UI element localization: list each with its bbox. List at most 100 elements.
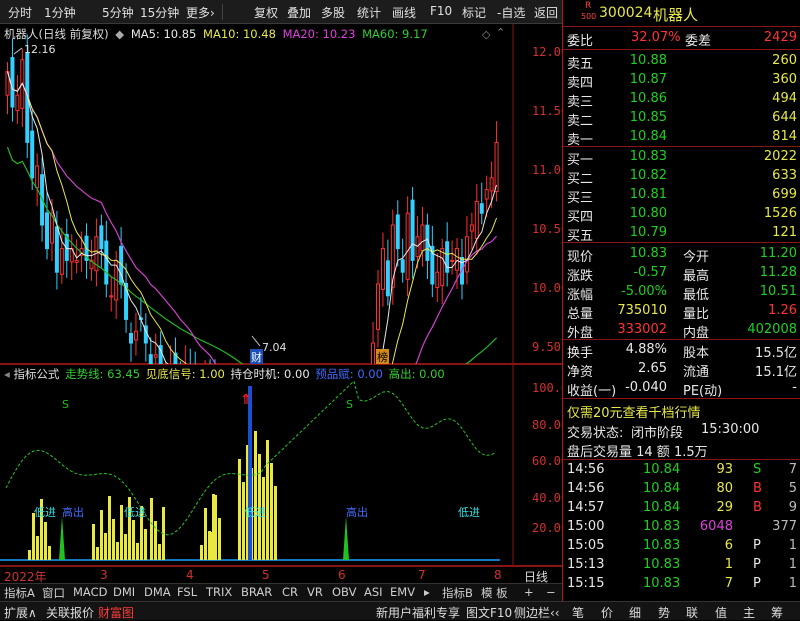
rank-marker[interactable]: 榜 — [376, 349, 389, 365]
bid-volume: 121 — [772, 225, 797, 240]
tab-dma[interactable]: DMA — [144, 585, 171, 599]
promo-link[interactable]: 新用户福利专享 — [376, 604, 460, 621]
key-detail[interactable]: 细 — [629, 604, 641, 621]
stat-label: PE(动) — [683, 384, 723, 399]
tick-price: 10.83 — [643, 538, 681, 553]
tab-fsl[interactable]: FSL — [177, 585, 197, 599]
low-buy-label: 低进 — [458, 506, 480, 519]
stat-label: 换手 — [567, 346, 594, 361]
stock-code: 300024 — [599, 5, 653, 21]
indicator-pane[interactable]: ◂ 指标公式 走势线: 63.45 见底信号: 1.00 持仓时机: 0.00 … — [0, 364, 568, 566]
mark-button[interactable]: 标记 — [462, 4, 486, 21]
bid-price: 10.83 — [629, 149, 667, 164]
tab-emv[interactable]: EMV — [390, 585, 415, 599]
tab-window[interactable]: 窗口 — [42, 585, 65, 601]
stat-value: 4.88% — [625, 342, 667, 357]
overlay-button[interactable]: 叠加 — [287, 4, 311, 21]
indicator-tabs: 指标A 窗口 MACD DMI DMA FSL TRIX BRAR CR VR … — [0, 583, 562, 601]
stat-value: 735010 — [617, 303, 667, 318]
stat-label: 最高 — [683, 269, 710, 284]
ask-row: 卖三 10.86 494 — [563, 90, 800, 110]
tab-scroll-right[interactable]: ▸ — [424, 585, 430, 599]
bid-volume: 633 — [772, 168, 797, 183]
tab-intraday[interactable]: 分时 — [8, 4, 32, 21]
tab-indicator-a[interactable]: 指标A — [4, 585, 35, 601]
stat-row: 涨跌 -0.57 最高 11.28 — [563, 264, 800, 284]
tab-cr[interactable]: CR — [282, 585, 298, 599]
tick-row: 14:57 10.84 29 B 9 — [563, 499, 800, 518]
tick-price: 10.83 — [643, 576, 681, 591]
tick-count: 1 — [788, 557, 797, 572]
tab-obv[interactable]: OBV — [332, 585, 356, 599]
key-chips[interactable]: 筹 — [771, 604, 783, 621]
tab-trix[interactable]: TRIX — [206, 585, 232, 599]
f10-button[interactable]: F10 — [430, 4, 452, 18]
key-value[interactable]: 值 — [715, 604, 727, 621]
stat-value: 10.51 — [759, 284, 797, 299]
bid-label: 买四 — [567, 210, 594, 225]
ask-label: 卖三 — [567, 95, 594, 110]
max-price-label: 12.16 — [24, 43, 56, 56]
tab-indicator-b[interactable]: 指标B — [442, 585, 473, 601]
stats-button[interactable]: 统计 — [357, 4, 381, 21]
key-main[interactable]: 主 — [743, 604, 755, 621]
tab-asi[interactable]: ASI — [364, 585, 383, 599]
stat-label: 量比 — [683, 307, 710, 322]
bid-price: 10.79 — [629, 225, 667, 240]
kline-chart[interactable]: 机器人(日线 前复权) ◆ MA5: 10.85 MA10: 10.48 MA2… — [0, 24, 568, 365]
stat-value: -5.00% — [621, 284, 667, 299]
key-tick[interactable]: 笔 — [572, 604, 584, 621]
back-button[interactable]: 返回 — [534, 4, 558, 21]
f10-link[interactable]: 图文F10 — [466, 604, 512, 621]
adjust-button[interactable]: 复权 — [254, 4, 278, 21]
tab-template[interactable]: 模 板 — [481, 585, 508, 601]
add-pane-button[interactable]: + — [524, 585, 534, 599]
tick-count: 7 — [788, 462, 797, 477]
bid-label: 买二 — [567, 172, 594, 187]
tab-macd[interactable]: MACD — [73, 585, 107, 599]
tab-vr[interactable]: VR — [307, 585, 323, 599]
tick-flag: P — [753, 557, 761, 572]
promo-row[interactable]: 仅需20元查看千档行情 — [563, 401, 800, 421]
ask-row: 卖二 10.85 644 — [563, 109, 800, 129]
finance-marker[interactable]: 财 — [250, 349, 263, 365]
tab-brar[interactable]: BRAR — [241, 585, 272, 599]
bid-label: 买三 — [567, 191, 594, 206]
stat-value: -0.57 — [633, 265, 667, 280]
sidebar-toggle[interactable]: 侧边栏‹‹ — [514, 604, 560, 621]
tab-15min[interactable]: 15分钟 — [140, 4, 179, 21]
wealth-chart-tab[interactable]: 财富图 — [98, 604, 134, 621]
ask-price: 10.84 — [629, 129, 667, 144]
add-watchlist-button[interactable]: -自选 — [497, 4, 525, 21]
ask-label: 卖五 — [567, 57, 594, 72]
tick-time: 15:00 — [567, 519, 605, 534]
x-label-month: 4 — [186, 568, 194, 582]
bid-volume: 2022 — [763, 149, 797, 164]
stat2-row: 换手 4.88% 股本 15.5亿 — [563, 341, 800, 361]
stat-value: 402008 — [747, 322, 797, 337]
key-price[interactable]: 价 — [601, 604, 613, 621]
stat-value: 10.83 — [629, 246, 667, 261]
expand-button[interactable]: 扩展∧ — [4, 604, 37, 621]
multi-stock-button[interactable]: 多股 — [321, 4, 345, 21]
tick-count: 1 — [788, 576, 797, 591]
related-quote-tab[interactable]: 关联报价 — [46, 604, 94, 621]
stat-value: 11.20 — [759, 246, 797, 261]
indicator-svg: ⇑ — [0, 364, 562, 566]
key-trend[interactable]: 势 — [658, 604, 670, 621]
draw-button[interactable]: 画线 — [392, 4, 416, 21]
bid-price: 10.80 — [629, 206, 667, 221]
more-menu[interactable]: 更多› — [186, 4, 215, 21]
tab-1min[interactable]: 1分钟 — [44, 4, 76, 21]
remove-pane-button[interactable]: − — [546, 585, 556, 599]
ask-row: 卖四 10.87 360 — [563, 71, 800, 91]
tick-price: 10.84 — [643, 462, 681, 477]
tick-row: 14:56 10.84 93 S 7 — [563, 461, 800, 480]
tab-5min[interactable]: 5分钟 — [102, 4, 134, 21]
tab-dmi[interactable]: DMI — [113, 585, 135, 599]
key-link[interactable]: 联 — [686, 604, 698, 621]
bid-volume: 699 — [772, 187, 797, 202]
stat-label: 净资 — [567, 365, 594, 380]
stat-value: -0.040 — [625, 380, 667, 395]
tick-volume: 6048 — [699, 519, 733, 534]
